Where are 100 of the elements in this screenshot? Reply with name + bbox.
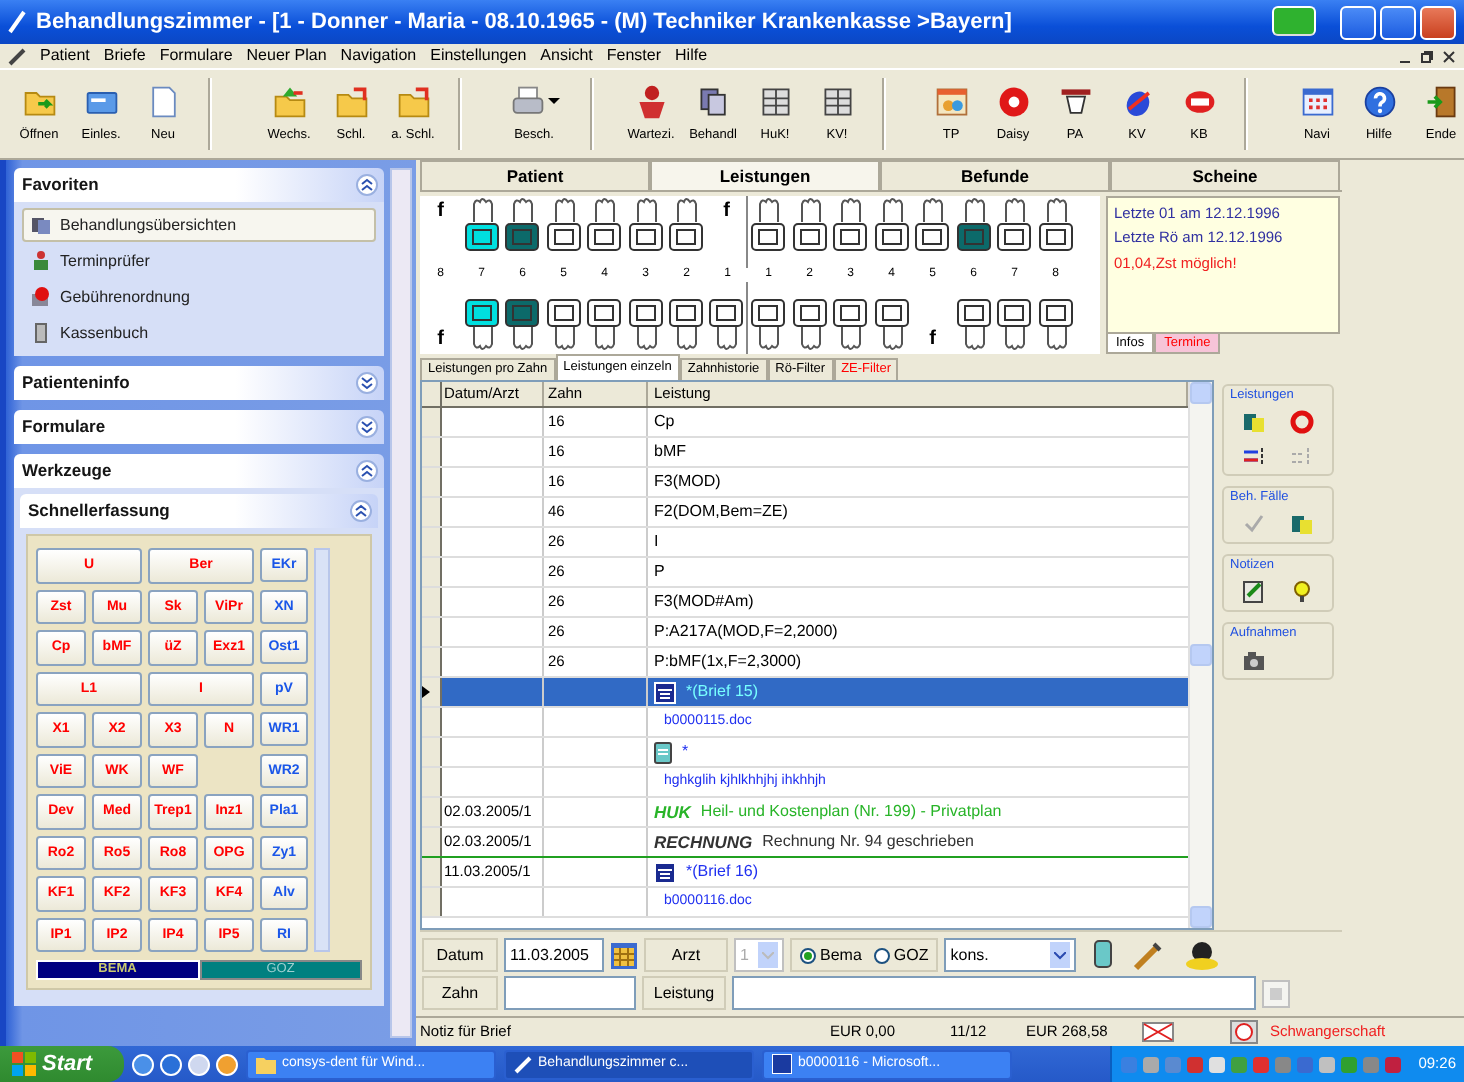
clock-icon[interactable] (1230, 1020, 1258, 1044)
letter-link[interactable]: *(Brief 16) (686, 860, 759, 884)
menu-item[interactable]: Ansicht (540, 44, 593, 68)
menu-item[interactable]: Patient (40, 44, 90, 68)
menu-item[interactable]: Briefe (103, 44, 146, 68)
envelope-icon[interactable] (1142, 1022, 1174, 1042)
letter-icon[interactable] (654, 681, 676, 703)
plan-tag: HUK (654, 799, 691, 825)
tab[interactable]: Befunde (880, 160, 1110, 190)
service-button[interactable]: Leistung (642, 976, 726, 1010)
sidebar-item[interactable]: Kassenbuch (22, 316, 376, 350)
menu-item[interactable]: Neuer Plan (246, 44, 327, 68)
section-header[interactable]: Patienteninfo (14, 366, 384, 400)
radio-option[interactable]: Bema (800, 943, 862, 967)
camera-icon[interactable] (1242, 648, 1267, 672)
check-icon[interactable] (1242, 512, 1267, 536)
lightbulb-icon[interactable] (1289, 580, 1314, 604)
table-cell: Heil- und Kostenplan (Nr. 199) - Privatplan (700, 800, 1002, 824)
grid-icon (819, 83, 855, 120)
row-header[interactable] (422, 678, 442, 706)
launcher-icon[interactable] (188, 1053, 210, 1075)
close-button[interactable] (1420, 5, 1456, 39)
sidebar-item[interactable]: Terminprüfer (22, 244, 376, 278)
note-link[interactable]: * (682, 740, 689, 764)
exit-icon (1423, 83, 1459, 120)
calendar-icon[interactable] (610, 941, 638, 969)
book-icon (30, 286, 52, 308)
menu-item[interactable]: Navigation (340, 44, 417, 68)
radio-option[interactable]: GOZ (873, 943, 929, 967)
missing-tooth-mark: f (929, 326, 936, 354)
tooth-field[interactable] (504, 976, 636, 1010)
figure-icon[interactable] (1184, 939, 1221, 971)
launcher-icon[interactable] (132, 1053, 154, 1075)
scrollbar[interactable] (390, 168, 412, 1038)
help-icon (1361, 83, 1397, 120)
menu-item[interactable]: Fenster (606, 44, 662, 68)
table-cell: Cp (654, 410, 675, 434)
scrollbar[interactable] (1188, 382, 1212, 928)
tooth-button[interactable]: Zahn (422, 976, 498, 1010)
doctor-button[interactable]: Arzt (644, 938, 728, 972)
folder-icon (333, 83, 369, 120)
sidebar-item[interactable]: Gebührenordnung (22, 280, 376, 314)
tab[interactable]: Patient (420, 160, 650, 190)
grid-icon (757, 83, 793, 120)
mode-select[interactable]: kons. (944, 938, 1077, 972)
section-header[interactable]: Werkzeuge (14, 454, 384, 488)
service-icon[interactable] (1242, 410, 1267, 434)
section-title: Werkzeuge (22, 458, 112, 484)
windows-icon (12, 1052, 36, 1076)
sort-icon[interactable] (1242, 444, 1267, 468)
collapse-icon[interactable] (356, 174, 378, 196)
note-icon[interactable] (1094, 939, 1113, 967)
table-cell: P:bMF(1x,F=2,3000) (654, 650, 802, 674)
start-button[interactable]: Start (0, 1046, 124, 1082)
tab[interactable]: Leistungen (650, 160, 880, 190)
date-button[interactable]: Datum (422, 938, 498, 972)
row-pointer-icon (422, 686, 430, 698)
refresh-icon[interactable] (1289, 410, 1314, 434)
collapse-icon[interactable] (356, 460, 378, 482)
table-cell: bMF (654, 440, 686, 464)
letter-link[interactable]: *(Brief 15) (686, 680, 759, 704)
date-field[interactable]: 11.03.2005 (504, 938, 604, 972)
menu-item[interactable]: Einstellungen (430, 44, 527, 68)
section-header[interactable]: Schnellerfassung (20, 494, 378, 528)
missing-tooth-mark: f (437, 198, 444, 226)
launcher-icon[interactable] (216, 1053, 238, 1075)
folder-icon (271, 83, 307, 120)
minimize-button[interactable] (1340, 5, 1376, 39)
caret-icon[interactable] (547, 98, 559, 105)
scrollbar[interactable] (314, 548, 330, 952)
table-cell: I (654, 530, 659, 554)
sidebar-item[interactable]: Behandlungsübersichten (22, 208, 376, 242)
missing-tooth-mark: f (723, 198, 730, 226)
section-header[interactable]: Formulare (14, 410, 384, 444)
note-icon[interactable] (654, 741, 672, 763)
restore-icon[interactable] (1420, 49, 1434, 63)
letter-icon[interactable] (654, 861, 676, 883)
window-icon (1299, 83, 1335, 120)
service-icon[interactable] (1289, 512, 1314, 536)
window-title: Behandlungszimmer - [1 - Donner - Maria - 08.10.1965 - (M) Techniker Krankenkasse >Bayern] (36, 7, 1012, 38)
documents-icon (695, 83, 731, 120)
expand-icon[interactable] (356, 416, 378, 438)
note-edit-icon[interactable] (1242, 580, 1267, 604)
syringe-icon[interactable] (1132, 939, 1165, 971)
table-cell: F3(MOD) (654, 470, 721, 494)
pen-icon (8, 47, 26, 65)
tab[interactable]: Scheine (1110, 160, 1340, 190)
section-header[interactable]: Favoriten (14, 168, 384, 202)
service-field[interactable] (732, 976, 1256, 1010)
expand-icon[interactable] (356, 372, 378, 394)
launcher-icon[interactable] (160, 1053, 182, 1075)
documents-icon (30, 214, 52, 236)
ledger-icon (30, 322, 52, 344)
menu-item[interactable]: Hilfe (675, 44, 708, 68)
maximize-button[interactable] (1380, 5, 1416, 39)
close-icon[interactable] (1442, 49, 1456, 63)
collapse-icon[interactable] (350, 500, 372, 522)
table-cell: P:A217A(MOD,F=2,2000) (654, 620, 838, 644)
section-title: Favoriten (22, 172, 99, 198)
menu-item[interactable]: Formulare (159, 44, 233, 68)
